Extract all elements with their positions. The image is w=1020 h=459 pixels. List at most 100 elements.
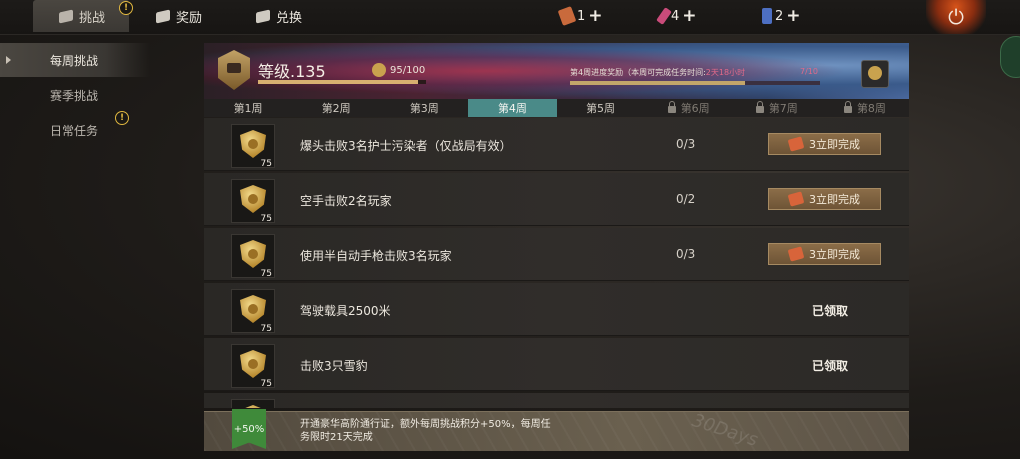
level-progress-bar [258, 80, 426, 84]
bonus-badge-text: +50% [233, 423, 265, 435]
points-coin-icon [372, 63, 386, 77]
task-row: 75 空手击败2名玩家 0/2 3立即完成 [204, 173, 909, 226]
ticket-icon [787, 136, 805, 152]
points-shield-icon [240, 405, 266, 408]
rank-emblem-icon [218, 50, 250, 90]
claimed-status: 已领取 [812, 304, 849, 318]
top-bar: 挑战 ! 奖励 兑换 1 + 4 + 2 + ⏻ [0, 0, 1020, 35]
week-label: 第8周 [856, 102, 886, 115]
reward-chest-icon[interactable] [861, 60, 889, 88]
ticket-icon [787, 246, 805, 262]
tab-exchange-label: 兑换 [276, 10, 303, 26]
week-label: 第6周 [680, 102, 710, 115]
complete-now-label: 3立即完成 [809, 193, 860, 206]
challenge-icon [59, 9, 73, 23]
reward-box [231, 399, 275, 408]
side-float-button[interactable] [1000, 36, 1020, 78]
week-tabs: 第1周 第2周 第3周 第4周 第5周 第6周 第7周 第8周 [204, 99, 909, 117]
reward-box: 75 [231, 344, 275, 389]
daily-alert-icon: ! [115, 111, 129, 125]
week-progress-bar [570, 81, 820, 85]
week-reward-label: 第4周进度奖励（本周可完成任务时间:2天18小时 [570, 67, 745, 78]
background-watermark: 30Days [689, 410, 761, 451]
add-ticket-icon[interactable]: + [588, 8, 602, 25]
reward-qty: 75 [260, 214, 272, 224]
tab-challenge[interactable]: 挑战 ! [33, 0, 133, 32]
task-row: 75 使用半自动手枪击败3名玩家 0/3 3立即完成 [204, 228, 909, 281]
task-row-partial [204, 393, 909, 408]
tab-week-4[interactable]: 第4周 [468, 99, 557, 117]
bonus-badge: +50% [232, 409, 266, 449]
week-label: 第3周 [409, 102, 439, 115]
tab-exchange[interactable]: 兑换 [256, 0, 302, 32]
complete-now-button[interactable]: 3立即完成 [768, 243, 881, 265]
reward-qty: 75 [260, 269, 272, 279]
task-progress: 0/2 [676, 192, 696, 206]
points-shield-icon [240, 130, 266, 158]
week-label: 第1周 [233, 102, 263, 115]
task-row: 75 击败3只雪豹 已领取 [204, 338, 909, 391]
resource-blue-count: 2 [775, 8, 784, 24]
points-shield-icon [240, 240, 266, 268]
reward-box: 75 [231, 289, 275, 334]
power-button[interactable]: ⏻ [926, 0, 986, 34]
complete-now-label: 3立即完成 [809, 248, 860, 261]
tab-week-2[interactable]: 第2周 [292, 99, 380, 117]
card-pink-icon [656, 7, 672, 25]
tab-week-6[interactable]: 第6周 [645, 99, 733, 117]
task-list[interactable]: 75 爆头击败3名护士污染者（仅战局有效） 0/3 3立即完成 75 空手击败2… [204, 118, 909, 408]
rewards-icon [156, 9, 170, 23]
tab-week-8[interactable]: 第8周 [821, 99, 909, 117]
sidebar-item-weekly[interactable]: 每周挑战 [0, 43, 150, 77]
sidebar-item-season[interactable]: 赛季挑战 [0, 78, 150, 112]
task-row: 75 驾驶载具2500米 已领取 [204, 283, 909, 336]
exchange-icon [256, 9, 270, 23]
complete-now-button[interactable]: 3立即完成 [768, 188, 881, 210]
week-label: 第2周 [321, 102, 351, 115]
tab-week-7[interactable]: 第7周 [733, 99, 821, 117]
tab-week-1[interactable]: 第1周 [204, 99, 292, 117]
tab-week-3[interactable]: 第3周 [380, 99, 468, 117]
week-reward-time: 2天18小时 [705, 68, 746, 77]
complete-now-label: 3立即完成 [809, 138, 860, 151]
add-blue-card-icon[interactable]: + [786, 8, 800, 25]
sidebar-item-label: 赛季挑战 [50, 88, 99, 103]
premium-pass-banner[interactable]: +50% 开通豪华高阶通行证，额外每周挑战积分+50%，每周任务限时21天完成 … [204, 409, 909, 451]
tab-rewards[interactable]: 奖励 [156, 0, 202, 32]
sidebar-item-label: 每周挑战 [50, 53, 99, 68]
resource-pink-count: 4 [671, 8, 680, 24]
resource-ticket[interactable]: 1 + [557, 6, 603, 26]
tab-challenge-label: 挑战 [79, 10, 106, 26]
reward-box: 75 [231, 179, 275, 224]
week-label: 第7周 [768, 102, 798, 115]
week-reward-text: 第4周进度奖励（本周可完成任务时间: [570, 68, 706, 77]
reward-box: 75 [231, 234, 275, 279]
resource-ticket-count: 1 [577, 8, 586, 24]
ticket-icon [787, 191, 805, 207]
week-label: 第4周 [497, 102, 527, 115]
week-reward-count: 7/10 [800, 67, 818, 76]
complete-now-button[interactable]: 3立即完成 [768, 133, 881, 155]
add-pink-card-icon[interactable]: + [682, 8, 696, 25]
sidebar-item-label: 日常任务 [50, 123, 99, 138]
points-shield-icon [240, 185, 266, 213]
reward-qty: 75 [260, 379, 272, 389]
power-icon: ⏻ [948, 5, 964, 29]
points-shield-icon [240, 350, 266, 378]
task-text: 空手击败2名玩家 [300, 194, 392, 208]
card-blue-icon [762, 8, 772, 24]
points-value: 95/100 [390, 65, 426, 76]
task-text: 使用半自动手枪击败3名玩家 [300, 249, 452, 263]
reward-qty: 75 [260, 324, 272, 334]
points-shield-icon [240, 295, 266, 323]
level-text: 等级.135 [258, 62, 326, 81]
task-progress: 0/3 [676, 247, 696, 261]
task-row: 75 爆头击败3名护士污染者（仅战局有效） 0/3 3立即完成 [204, 118, 909, 171]
claimed-status: 已领取 [812, 359, 849, 373]
lock-icon [667, 101, 676, 113]
tab-week-5[interactable]: 第5周 [557, 99, 645, 117]
lock-icon [843, 101, 852, 113]
resource-pink-card[interactable]: 4 + [656, 7, 697, 25]
resource-blue-card[interactable]: 2 + [762, 8, 801, 25]
premium-pass-text: 开通豪华高阶通行证，额外每周挑战积分+50%，每周任务限时21天完成 [300, 419, 551, 443]
